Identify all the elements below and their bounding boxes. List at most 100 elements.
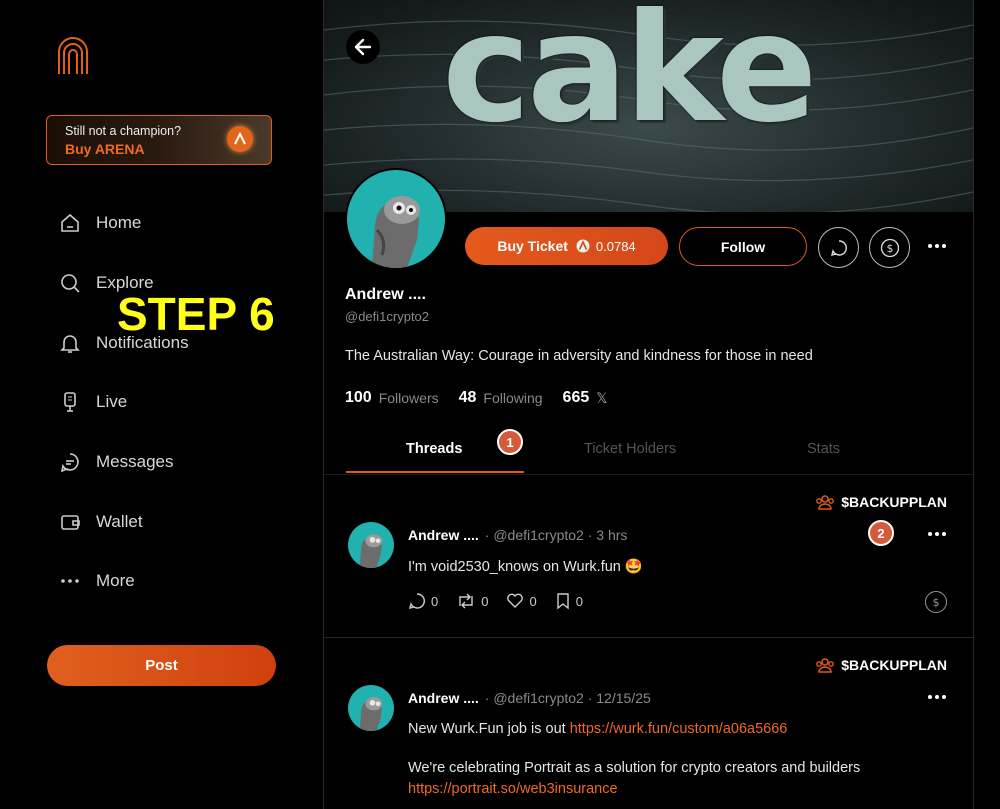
nav-home[interactable]: Home bbox=[58, 208, 141, 238]
post-avatar[interactable] bbox=[348, 685, 394, 731]
tab-ticket-holders[interactable]: Ticket Holders bbox=[584, 441, 676, 457]
nav-label: Wallet bbox=[96, 512, 143, 531]
repost-button[interactable]: 0 bbox=[456, 592, 488, 610]
wallet-icon bbox=[58, 510, 82, 534]
repost-icon bbox=[459, 593, 473, 609]
message-button[interactable] bbox=[818, 227, 859, 268]
post-header: Andrew .... · @defi1crypto2 · 3 hrs bbox=[408, 527, 627, 543]
heart-icon bbox=[507, 593, 524, 608]
buy-ticket-label: Buy Ticket bbox=[497, 238, 568, 254]
followers-link[interactable]: Followers bbox=[379, 390, 439, 406]
post-actions: 0 0 0 0 bbox=[408, 592, 601, 610]
profile-more-button[interactable] bbox=[922, 236, 952, 256]
promo-line2: Buy ARENA bbox=[65, 141, 145, 157]
following-count: 48 bbox=[458, 389, 477, 406]
reply-button[interactable]: 0 bbox=[408, 592, 438, 610]
post-text-prefix: New Wurk.Fun job is out bbox=[408, 721, 570, 737]
dollar-icon: $ bbox=[880, 238, 899, 257]
post-tip-button[interactable]: $ bbox=[925, 591, 947, 613]
sidebar: Still not a champion? Buy ARENA Home Exp… bbox=[0, 0, 323, 809]
buy-arena-promo[interactable]: Still not a champion? Buy ARENA bbox=[46, 115, 272, 165]
following-link[interactable]: Following bbox=[483, 390, 542, 406]
bookmark-button[interactable]: 0 bbox=[555, 592, 583, 610]
profile-avatar[interactable] bbox=[345, 168, 447, 270]
tab-stats[interactable]: Stats bbox=[807, 441, 840, 457]
post-avatar[interactable] bbox=[348, 522, 394, 568]
nav-live[interactable]: Live bbox=[58, 387, 127, 417]
tabs-divider bbox=[324, 474, 973, 475]
step-marker-1: 1 bbox=[497, 429, 523, 455]
nav-label: Live bbox=[96, 392, 128, 411]
post-button[interactable]: Post bbox=[47, 645, 276, 686]
post-more-button[interactable] bbox=[924, 689, 950, 705]
profile-handle: @defi1crypto2 bbox=[345, 309, 430, 324]
post-link[interactable]: https://portrait.so/web3insurance bbox=[408, 781, 618, 797]
post-meta: · @defi1crypto2 · 3 hrs bbox=[484, 527, 628, 543]
bookmark-count: 0 bbox=[575, 593, 583, 609]
profile-bio: The Australian Way: Courage in adversity… bbox=[345, 348, 813, 364]
like-button[interactable]: 0 bbox=[506, 592, 537, 610]
x-followers-count: 665 bbox=[562, 389, 590, 406]
svg-text:$: $ bbox=[933, 596, 940, 609]
follow-button[interactable]: Follow bbox=[679, 227, 807, 266]
post-divider bbox=[324, 637, 973, 638]
ellipsis-icon bbox=[928, 695, 946, 699]
ellipsis-icon bbox=[58, 569, 82, 593]
search-icon bbox=[58, 271, 82, 295]
profile-stats: 100 Followers 48 Following 665 𝕏 bbox=[345, 389, 628, 407]
community-name: $BACKUPPLAN bbox=[841, 494, 947, 510]
active-tab-indicator bbox=[346, 471, 524, 473]
reply-count: 0 bbox=[431, 593, 439, 609]
post-text: I'm void2530_knows on Wurk.fun 🤩 bbox=[408, 559, 643, 575]
ellipsis-icon bbox=[928, 244, 946, 248]
dollar-icon: $ bbox=[933, 596, 940, 609]
post-community-tag[interactable]: $BACKUPPLAN bbox=[815, 657, 947, 673]
post-community-tag[interactable]: $BACKUPPLAN bbox=[815, 494, 947, 510]
chat-bubble-icon bbox=[830, 239, 847, 256]
arena-token-icon bbox=[576, 239, 590, 253]
back-button[interactable] bbox=[346, 30, 380, 64]
repost-count: 0 bbox=[481, 593, 489, 609]
post-link[interactable]: https://wurk.fun/custom/a06a5666 bbox=[570, 721, 788, 737]
ellipsis-icon bbox=[928, 532, 946, 536]
post-text: New Wurk.Fun job is out https://wurk.fun… bbox=[408, 721, 787, 737]
nav-wallet[interactable]: Wallet bbox=[58, 507, 143, 537]
nav-messages[interactable]: Messages bbox=[58, 447, 173, 477]
community-icon bbox=[816, 495, 835, 510]
nav-label: Home bbox=[96, 213, 142, 232]
ticket-price: 0.0784 bbox=[595, 238, 636, 254]
svg-text:$: $ bbox=[886, 242, 893, 255]
arrow-left-icon bbox=[354, 38, 372, 56]
post-meta: · @defi1crypto2 · 12/15/25 bbox=[484, 690, 651, 706]
chat-bubble-icon bbox=[58, 450, 82, 474]
post-text-line2: We're celebrating Portrait as a solution… bbox=[408, 760, 861, 776]
reply-icon bbox=[409, 593, 425, 609]
bookmark-icon bbox=[557, 593, 569, 610]
arena-badge-icon bbox=[227, 126, 253, 152]
tab-threads[interactable]: Threads bbox=[406, 441, 462, 457]
buy-ticket-button[interactable]: Buy Ticket 0.0784 bbox=[465, 227, 668, 265]
post-more-button[interactable] bbox=[924, 526, 950, 542]
microphone-icon bbox=[58, 390, 82, 414]
step-overlay-label: STEP 6 bbox=[117, 288, 275, 340]
nav-label: Messages bbox=[96, 452, 174, 471]
nav-more[interactable]: More bbox=[58, 566, 135, 596]
arena-logo-icon[interactable] bbox=[57, 36, 89, 76]
nav-label: More bbox=[96, 571, 135, 590]
tip-button[interactable]: $ bbox=[869, 227, 910, 268]
x-logo-icon[interactable]: 𝕏 bbox=[596, 390, 607, 407]
like-count: 0 bbox=[529, 593, 537, 609]
step-marker-2: 2 bbox=[868, 520, 894, 546]
profile-name: Andrew .... bbox=[345, 286, 426, 303]
post-author[interactable]: Andrew .... bbox=[408, 690, 479, 706]
community-name: $BACKUPPLAN bbox=[841, 657, 947, 673]
home-icon bbox=[58, 211, 82, 235]
bell-icon bbox=[58, 331, 82, 355]
profile-main: cake Buy Ticket 0.0784 Follow $ Andrew .… bbox=[323, 0, 974, 809]
community-icon bbox=[816, 658, 835, 673]
banner-text: cake bbox=[442, 0, 818, 156]
promo-line1: Still not a champion? bbox=[65, 124, 182, 138]
post-header: Andrew .... · @defi1crypto2 · 12/15/25 bbox=[408, 690, 651, 706]
post-author[interactable]: Andrew .... bbox=[408, 527, 479, 543]
followers-count: 100 bbox=[345, 389, 372, 406]
